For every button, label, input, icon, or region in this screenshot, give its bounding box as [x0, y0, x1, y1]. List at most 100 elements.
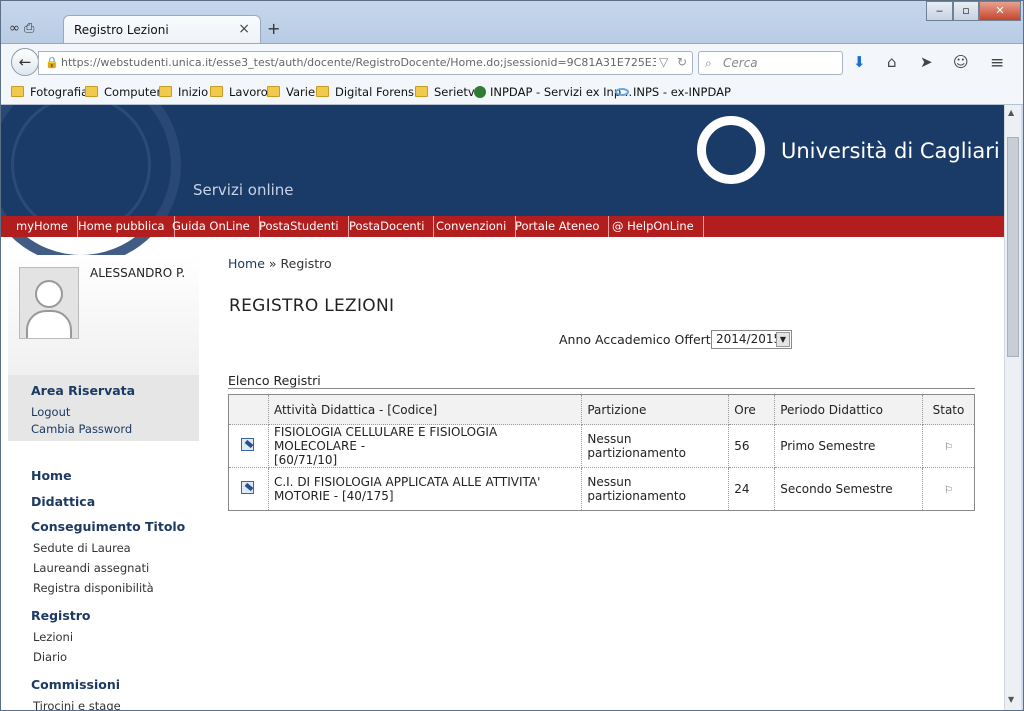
bookmark-varie[interactable]: Varie — [267, 85, 315, 99]
bookmark-digital-forensic[interactable]: Digital Forensic — [316, 85, 424, 99]
new-tab-icon[interactable]: + — [267, 19, 280, 38]
sidebar-item-tirocini[interactable]: Tirocini e stage — [33, 699, 121, 710]
sidebar-item-laureandi[interactable]: Laureandi assegnati — [33, 561, 149, 575]
attivita-cell: FISIOLOGIA CELLULARE E FISIOLOGIA MOLECO… — [267, 424, 583, 468]
stato-cell: ⚐ — [921, 424, 976, 468]
chat-icon[interactable]: ☺ — [953, 53, 969, 71]
back-button[interactable]: ← — [11, 48, 39, 76]
sidebar-item-registro[interactable]: Registro — [31, 608, 91, 623]
sidebar-item-disponibilita[interactable]: Registra disponibilità — [33, 581, 154, 595]
home-icon[interactable]: ⌂ — [887, 53, 897, 71]
tab-title: Registro Lezioni — [74, 23, 169, 37]
top-menu: myHome Home pubblica Guida OnLine PostaS… — [1, 216, 1004, 237]
periodo-cell: Secondo Semestre — [774, 467, 923, 511]
periodo-cell: Primo Semestre — [774, 424, 923, 468]
avatar — [19, 267, 79, 339]
ore-cell: 24 — [728, 467, 776, 511]
bookmark-inpdap[interactable]: INPDAP - Servizi ex Inp... — [474, 85, 632, 99]
anno-accademico-label: Anno Accademico Offerta: — [559, 332, 723, 347]
close-window-button[interactable]: ✕ — [979, 1, 1021, 21]
column-header-attivita: Attività Didattica - [Codice] — [267, 394, 583, 425]
divider — [228, 388, 975, 389]
site-header: Servizi online Università di Cagliari — [1, 105, 1004, 265]
area-riservata-title: Area Riservata — [31, 383, 136, 398]
sidebar-item-conseguimento-titolo[interactable]: Conseguimento Titolo — [31, 519, 185, 534]
cambia-password-link[interactable]: Cambia Password — [31, 422, 132, 436]
menu-helponline[interactable]: @ HelpOnLine — [603, 216, 704, 237]
menu-convenzioni[interactable]: Convenzioni — [427, 216, 517, 237]
column-header-ore: Ore — [728, 394, 776, 425]
column-header-partizione: Partizione — [581, 394, 730, 425]
breadcrumb-home[interactable]: Home — [228, 256, 265, 271]
menu-home-pubblica[interactable]: Home pubblica — [69, 216, 175, 237]
partizione-cell: Nessun partizionamento — [581, 424, 730, 468]
anno-accademico-value: 2014/2015 — [716, 332, 782, 346]
folder-icon — [159, 86, 172, 97]
menu-portale-ateneo[interactable]: Portale Ateneo — [506, 216, 610, 237]
reload-icon[interactable]: ↻ — [677, 55, 687, 69]
column-header-periodo: Periodo Didattico — [774, 394, 923, 425]
menu-guida-online[interactable]: Guida OnLine — [163, 216, 260, 237]
search-placeholder: Cerca — [723, 56, 758, 70]
page-title: REGISTRO LEZIONI — [229, 296, 395, 316]
sidebar-item-didattica[interactable]: Didattica — [31, 494, 95, 509]
navigation-bar: ← 🔒 https://webstudenti.unica.it/esse3_t… — [1, 43, 1023, 81]
tab-group-icon[interactable]: ∞ ⎙ — [9, 21, 34, 36]
sidebar-item-commissioni[interactable]: Commissioni — [31, 677, 120, 692]
minimize-button[interactable]: ‒ — [926, 1, 953, 21]
bookmark-serietv[interactable]: Serietv — [415, 85, 475, 99]
sidebar-item-diario[interactable]: Diario — [33, 650, 67, 664]
menu-icon[interactable]: ≡ — [990, 53, 1004, 73]
url-bar[interactable]: 🔒 https://webstudenti.unica.it/esse3_tes… — [38, 51, 693, 75]
search-input[interactable]: ⌕ Cerca — [698, 51, 843, 75]
open-register-icon[interactable] — [241, 438, 255, 451]
bookmark-inps[interactable]: INPS - ex-INPDAP — [615, 85, 731, 99]
sidebar-item-sedute-laurea[interactable]: Sedute di Laurea — [33, 541, 131, 555]
close-tab-icon[interactable]: × — [238, 21, 250, 37]
bookmark-inizio[interactable]: Inizio — [159, 85, 208, 99]
bookmark-lavoro[interactable]: Lavoro — [210, 85, 268, 99]
page-content: Servizi online Università di Cagliari my… — [1, 105, 1004, 710]
breadcrumb-separator: » — [268, 256, 277, 271]
partizione-cell: Nessun partizionamento — [581, 467, 730, 511]
university-logo-icon[interactable] — [697, 116, 765, 184]
sidebar-item-lezioni[interactable]: Lezioni — [33, 630, 73, 644]
column-header-stato: Stato — [921, 394, 976, 425]
registri-table: Attività Didattica - [Codice] Partizione… — [228, 394, 976, 511]
download-icon[interactable]: ⬇ — [853, 53, 866, 71]
open-register-cell[interactable] — [228, 424, 269, 468]
tab-registro-lezioni[interactable]: Registro Lezioni × — [63, 15, 261, 44]
user-name: ALESSANDRO P. — [90, 266, 186, 280]
university-name[interactable]: Università di Cagliari — [781, 139, 1000, 163]
menu-myhome[interactable]: myHome — [8, 216, 78, 237]
chevron-down-icon[interactable]: ▼ — [776, 332, 790, 347]
menu-postadocenti[interactable]: PostaDocenti — [340, 216, 435, 237]
flag-icon: ⚐ — [944, 485, 953, 496]
browser-window: ∞ ⎙ Registro Lezioni × + ‒ ▫ ✕ ← 🔒 https… — [0, 0, 1024, 711]
folder-icon — [210, 86, 223, 97]
menu-postastudenti[interactable]: PostaStudenti — [250, 216, 349, 237]
scroll-up-icon[interactable]: ▲ — [1008, 108, 1014, 117]
dropdown-icon[interactable]: ▽ — [659, 55, 668, 69]
logout-link[interactable]: Logout — [31, 405, 70, 419]
vertical-scrollbar[interactable]: ▲ ▼ — [1004, 105, 1021, 710]
sidebar-item-home[interactable]: Home — [31, 468, 72, 483]
servizi-online: Servizi online — [193, 181, 294, 199]
send-icon[interactable]: ➤ — [920, 53, 933, 71]
anno-accademico-select[interactable]: 2014/2015 ▼ — [711, 330, 792, 349]
maximize-button[interactable]: ▫ — [953, 1, 979, 21]
folder-icon — [316, 86, 329, 97]
scroll-down-icon[interactable]: ▼ — [1008, 695, 1014, 704]
lock-icon: 🔒 — [45, 56, 59, 69]
stato-cell: ⚐ — [921, 467, 976, 511]
tab-bar: ∞ ⎙ Registro Lezioni × + ‒ ▫ ✕ — [1, 1, 1023, 44]
open-register-cell[interactable] — [228, 467, 269, 511]
ore-cell: 56 — [728, 424, 776, 468]
flag-icon: ⚐ — [944, 442, 953, 453]
scrollbar-thumb[interactable] — [1007, 137, 1019, 357]
bookmark-computer[interactable]: Computer — [85, 85, 161, 99]
bookmark-fotografia[interactable]: Fotografia — [11, 85, 88, 99]
folder-icon — [11, 86, 24, 97]
attivita-cell: C.I. DI FISIOLOGIA APPLICATA ALLE ATTIVI… — [267, 467, 583, 511]
open-register-icon[interactable] — [241, 481, 255, 494]
